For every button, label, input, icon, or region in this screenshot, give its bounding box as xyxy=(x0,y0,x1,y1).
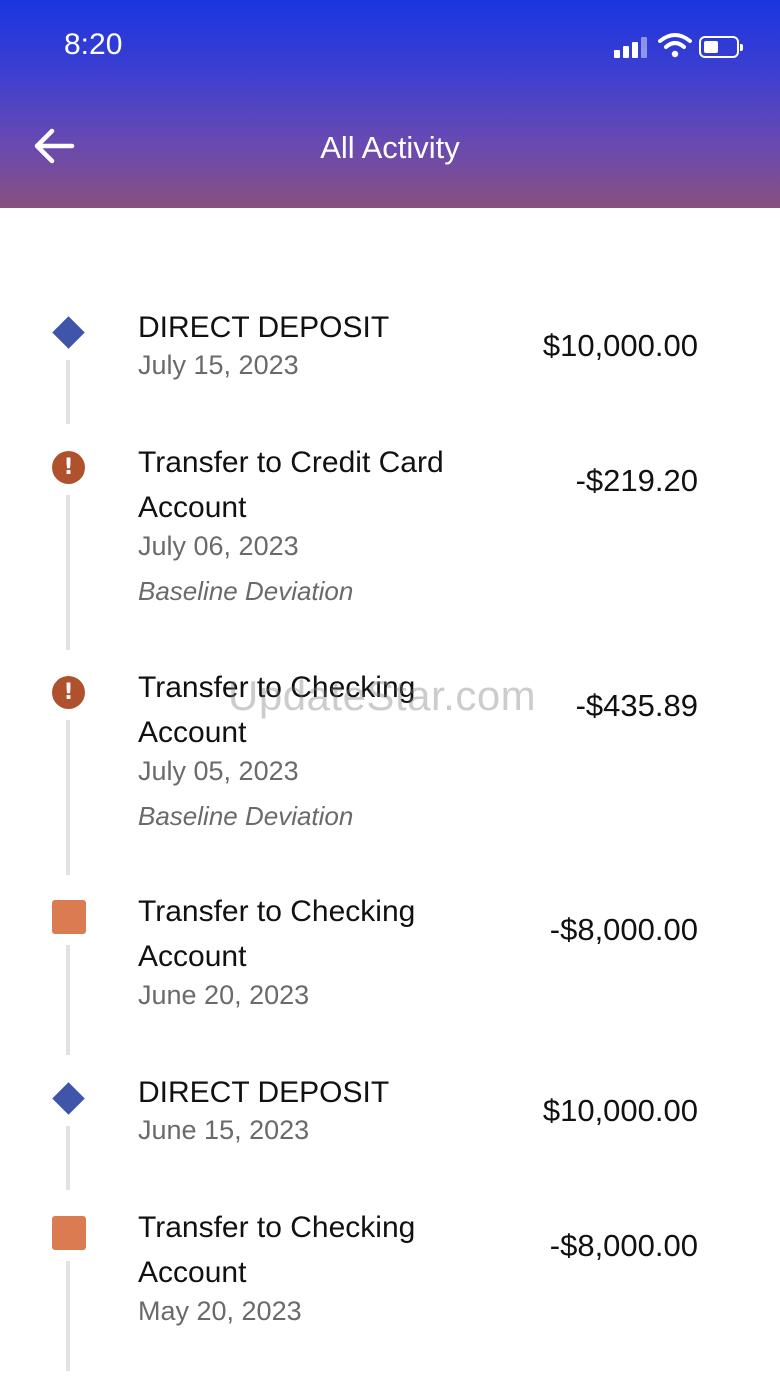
activity-note: Baseline Deviation xyxy=(138,576,354,606)
app-header: 8:20 All Activity xyxy=(0,0,780,208)
activity-date: July 06, 2023 xyxy=(138,531,299,561)
activity-note: Baseline Deviation xyxy=(138,801,354,831)
transfer-square-icon xyxy=(52,1216,86,1250)
timeline-connector xyxy=(66,945,70,1055)
activity-date: June 20, 2023 xyxy=(138,980,310,1010)
activity-name: Transfer to Checking Account xyxy=(138,1211,416,1289)
cellular-signal-icon xyxy=(614,36,650,58)
activity-amount: -$435.89 xyxy=(575,688,698,723)
timeline-connector xyxy=(66,1126,70,1190)
activity-date: July 05, 2023 xyxy=(138,756,299,786)
activity-name: Transfer to Checking Account xyxy=(138,671,416,749)
transfer-square-icon xyxy=(52,900,86,934)
activity-date: June 15, 2023 xyxy=(138,1115,310,1145)
activity-amount: -$8,000.00 xyxy=(549,1228,698,1263)
alert-icon: ! xyxy=(52,451,85,484)
activity-amount: -$219.20 xyxy=(575,463,698,498)
activity-date: July 15, 2023 xyxy=(138,350,299,380)
activity-name: Transfer to Checking Account xyxy=(138,895,416,973)
activity-amount: $10,000.00 xyxy=(542,1093,698,1128)
timeline-connector xyxy=(66,495,70,650)
activity-amount: $10,000.00 xyxy=(542,328,698,363)
page-title: All Activity xyxy=(320,130,460,165)
activity-name: DIRECT DEPOSIT xyxy=(138,311,390,344)
activity-amount: -$8,000.00 xyxy=(549,912,698,947)
status-time: 8:20 xyxy=(64,28,123,61)
alert-icon: ! xyxy=(52,676,85,709)
timeline-connector xyxy=(66,1261,70,1371)
timeline-connector xyxy=(66,720,70,875)
timeline-connector xyxy=(66,360,70,424)
activity-name: DIRECT DEPOSIT xyxy=(138,1076,390,1109)
deposit-diamond-icon xyxy=(52,1082,85,1115)
activity-name: Transfer to Credit Card Account xyxy=(138,446,444,524)
deposit-diamond-icon xyxy=(52,316,85,349)
activity-date: May 20, 2023 xyxy=(138,1296,302,1326)
battery-icon xyxy=(699,36,743,58)
wifi-icon xyxy=(658,33,692,58)
